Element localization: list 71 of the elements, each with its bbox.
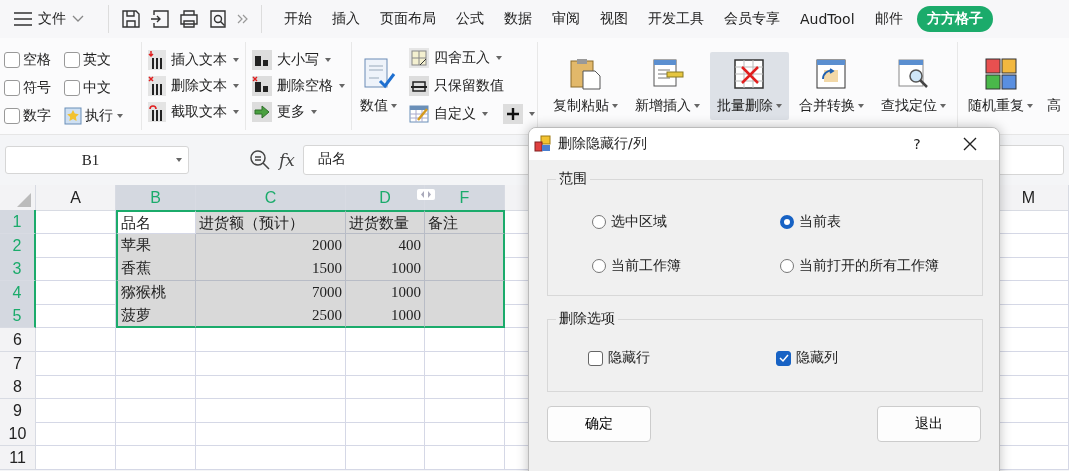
function-button[interactable]: fx <box>279 150 295 170</box>
dialog-button[interactable]: 确定 <box>547 406 651 442</box>
file-menu[interactable]: 文件 <box>38 10 66 28</box>
ribbon-tab[interactable]: 邮件 <box>864 7 913 31</box>
ribbon-button[interactable]: 大小写 <box>277 51 319 69</box>
row-header[interactable]: 11 <box>0 445 36 470</box>
table-cell: 备注 <box>425 210 505 234</box>
checkbox-label: 隐藏行 <box>608 349 650 367</box>
row-header[interactable]: 8 <box>0 375 36 400</box>
ribbon-tab[interactable]: AudTool <box>790 8 865 30</box>
ribbon-tab[interactable]: 页面布局 <box>370 7 446 31</box>
ribbon-tab[interactable]: 会员专享 <box>714 7 790 31</box>
ribbon-button[interactable]: 截取文本 <box>171 103 227 121</box>
table-cell: 1000 <box>346 280 425 305</box>
checkbox-label: 空格 <box>23 51 51 69</box>
name-box[interactable]: B1 <box>5 146 189 174</box>
table-cell: 1000 <box>346 257 425 282</box>
group-title: 范围 <box>558 170 588 188</box>
row-header[interactable]: 7 <box>0 351 36 376</box>
dialog-title: 删除隐藏行/列 <box>558 135 648 153</box>
radio-label: 当前打开的所有工作簿 <box>799 257 939 275</box>
table-cell: 香蕉 <box>116 257 196 282</box>
table-cell: 猕猴桃 <box>116 280 196 305</box>
dialog-button[interactable]: 退出 <box>877 406 981 442</box>
ribbon-large-button[interactable]: 复制粘贴 <box>546 52 626 120</box>
group-title: 删除选项 <box>558 310 616 328</box>
ribbon-button[interactable]: 删除文本 <box>171 77 227 95</box>
ribbon-button[interactable]: 插入文本 <box>171 51 227 69</box>
ribbon-large-button[interactable]: 新增插入 <box>627 52 708 120</box>
ribbon-large-button[interactable]: 查找定位 <box>873 52 953 120</box>
ribbon-button[interactable]: 自定义 <box>434 105 476 123</box>
table-cell: 7000 <box>196 280 346 305</box>
table-cell: 2500 <box>196 304 346 329</box>
row-header[interactable]: 10 <box>0 422 36 447</box>
table-cell: 1000 <box>346 304 425 329</box>
help-button[interactable]: ? <box>907 136 927 152</box>
ribbon-tab[interactable]: 插入 <box>322 7 370 31</box>
checkbox-label: 符号 <box>23 79 51 97</box>
ribbon-tab[interactable]: 开始 <box>274 7 322 31</box>
execute-button[interactable]: 执行 <box>85 107 113 125</box>
ribbon-large-button[interactable]: 合并转换 <box>791 52 872 120</box>
ribbon-tab[interactable]: 公式 <box>446 7 494 31</box>
table-cell: 进货额（预计） <box>196 210 346 234</box>
ribbon-large-button[interactable]: 批量删除 <box>709 52 790 120</box>
checkbox-label: 中文 <box>83 79 111 97</box>
ribbon-button[interactable]: 只保留数值 <box>434 77 504 95</box>
table-cell: 400 <box>346 233 425 258</box>
ribbon-tab[interactable]: 审阅 <box>542 7 590 31</box>
table-cell: 菠萝 <box>116 304 196 329</box>
table-cell: 苹果 <box>116 233 196 258</box>
row-header[interactable]: 9 <box>0 398 36 423</box>
table-cell: 1500 <box>196 257 346 282</box>
radio-label: 当前工作簿 <box>611 257 681 275</box>
ribbon-button[interactable]: 四舍五入 <box>434 49 490 67</box>
row-header[interactable]: 6 <box>0 327 36 352</box>
radio-label: 选中区域 <box>611 213 667 231</box>
ribbon-tab[interactable]: 开发工具 <box>638 7 714 31</box>
checkbox-label: 数字 <box>23 107 51 125</box>
ribbon-large-button[interactable]: 随机重复 <box>964 52 1037 120</box>
table-cell: 进货数量 <box>346 210 425 234</box>
ribbon-tab[interactable]: 数据 <box>494 7 542 31</box>
checkbox-label: 英文 <box>83 51 111 69</box>
table-cell: 品名 <box>116 210 196 234</box>
ribbon-button[interactable]: 删除空格 <box>277 77 333 95</box>
ribbon-button[interactable]: 更多 <box>277 103 305 121</box>
checkbox-label: 隐藏列 <box>796 349 838 367</box>
radio-label: 当前表 <box>799 213 841 231</box>
table-cell: 2000 <box>196 233 346 258</box>
ribbon-large-button[interactable]: 高 <box>1043 52 1065 120</box>
number-button[interactable]: 数值 <box>356 52 401 120</box>
ribbon-tab[interactable]: 视图 <box>590 7 638 31</box>
